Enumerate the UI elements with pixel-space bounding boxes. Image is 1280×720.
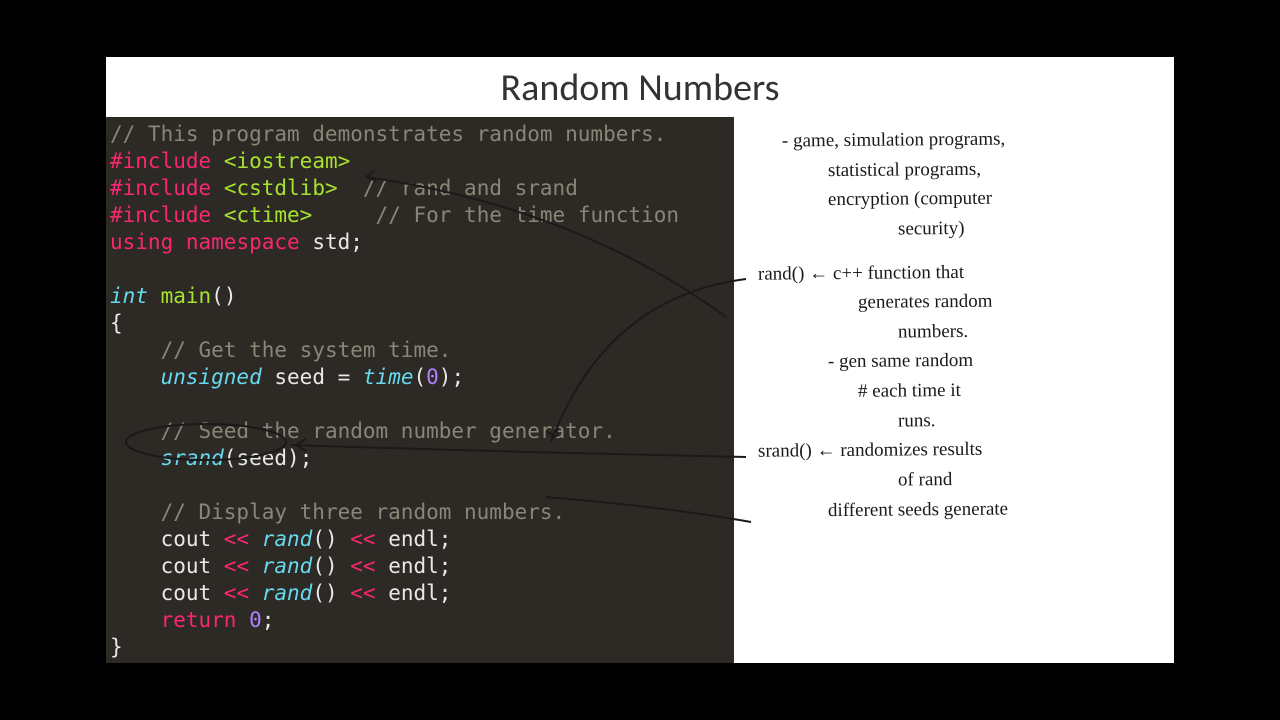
return-keyword: return [161, 608, 237, 632]
header-cstdlib: <cstdlib> [224, 176, 338, 200]
note-line: rand() ← c++ function that [758, 258, 1156, 287]
code-comment: // For the time function [376, 203, 679, 227]
code-comment: // Seed the random number generator. [161, 419, 616, 443]
main-fn: main [161, 284, 212, 308]
namespace-keyword: namespace [186, 230, 300, 254]
code-block: // This program demonstrates random numb… [106, 117, 734, 663]
note-line: - game, simulation programs, [758, 125, 1156, 154]
cout: cout [161, 581, 212, 605]
brace: { [110, 311, 123, 335]
note-line: - gen same random [758, 347, 1156, 376]
literal-zero: 0 [426, 365, 439, 389]
note-line: numbers. [758, 317, 1156, 346]
endl: endl [388, 527, 439, 551]
unsigned-keyword: unsigned [161, 365, 262, 389]
rand-fn: rand [262, 581, 313, 605]
cout: cout [161, 527, 212, 551]
cout: cout [161, 554, 212, 578]
handwritten-notes: - game, simulation programs, statistical… [734, 117, 1174, 526]
note-line: runs. [758, 406, 1156, 435]
include-keyword: #include [110, 203, 211, 227]
note-line: encryption (computer [758, 185, 1156, 214]
endl: endl [388, 581, 439, 605]
slide: Random Numbers // This program demonstra… [106, 57, 1174, 663]
srand-fn: srand [161, 446, 224, 470]
note-line: different seeds generate [758, 495, 1156, 524]
note-line: of rand [758, 465, 1156, 494]
code-comment: // Display three random numbers. [161, 500, 566, 524]
time-fn: time [363, 365, 414, 389]
std-name: std [312, 230, 350, 254]
using-keyword: using [110, 230, 173, 254]
header-ctime: <ctime> [224, 203, 313, 227]
note-line: security) [758, 214, 1156, 243]
rand-fn: rand [262, 527, 313, 551]
brace: } [110, 635, 123, 659]
include-keyword: #include [110, 149, 211, 173]
endl: endl [388, 554, 439, 578]
return-value: 0 [249, 608, 262, 632]
rand-fn: rand [262, 554, 313, 578]
slide-content: // This program demonstrates random numb… [106, 117, 1174, 663]
var-seed: seed [274, 365, 325, 389]
code-comment: // Get the system time. [161, 338, 452, 362]
note-line: srand() ← randomizes results [758, 436, 1156, 465]
note-line: generates random [758, 287, 1156, 316]
code-comment: // rand and srand [363, 176, 578, 200]
header-iostream: <iostream> [224, 149, 350, 173]
int-keyword: int [110, 284, 148, 308]
slide-title: Random Numbers [106, 57, 1174, 117]
include-keyword: #include [110, 176, 211, 200]
note-line: statistical programs, [758, 155, 1156, 184]
code-comment: // This program demonstrates random numb… [110, 122, 666, 146]
note-line: # each time it [758, 376, 1156, 405]
